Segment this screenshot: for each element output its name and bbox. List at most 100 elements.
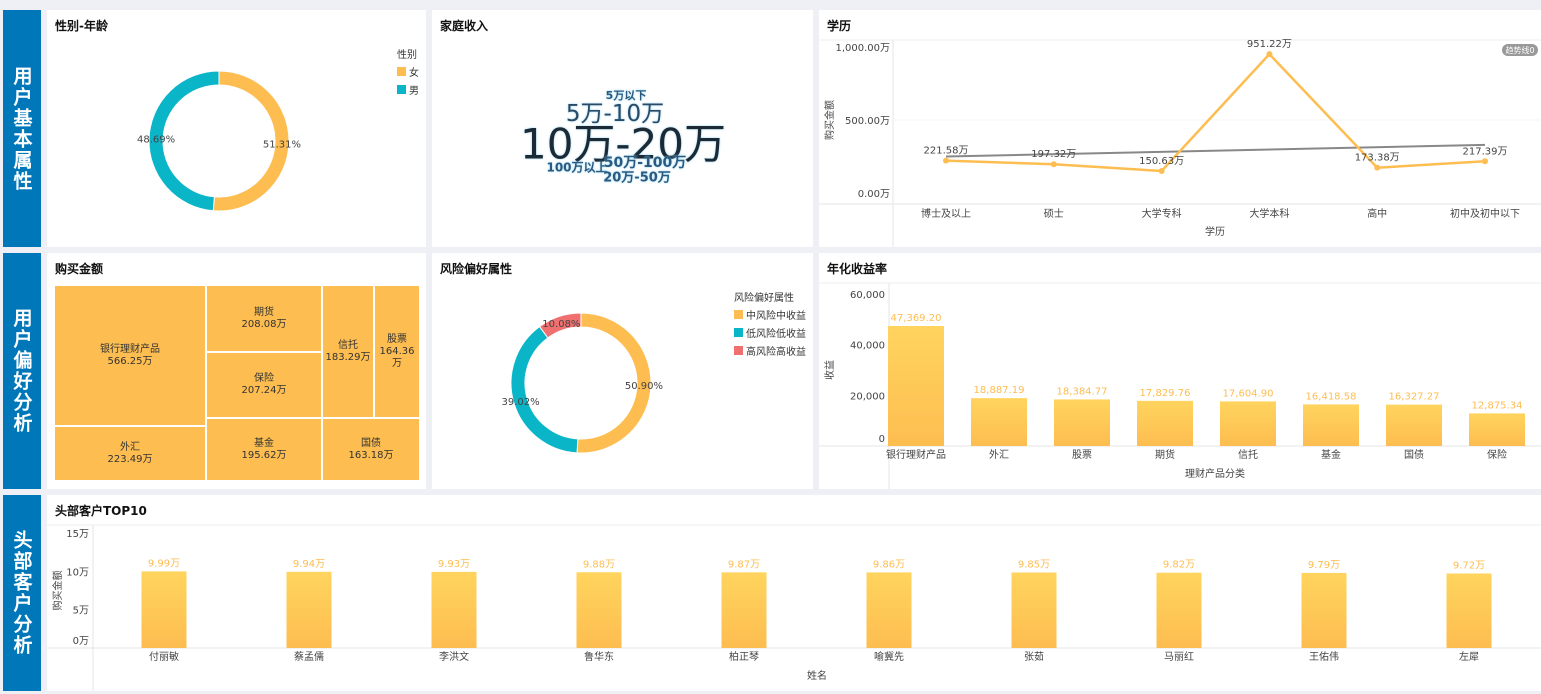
panel-title: 家庭收入	[440, 19, 489, 33]
bar[interactable]	[286, 571, 332, 648]
bar[interactable]	[1137, 400, 1193, 446]
cell-value: 208.08万	[241, 318, 287, 330]
legend-item[interactable]: 低风险低收益	[734, 325, 806, 340]
donut-slice[interactable]	[510, 325, 579, 454]
gender-panel: 性别-年龄 51.31% 48.69% 性别 女 男	[47, 10, 426, 247]
legend-label: 高风险高收益	[746, 347, 806, 358]
x-tick-label: 外汇	[989, 448, 1009, 461]
data-label: 12,875.34	[1472, 400, 1523, 411]
data-point[interactable]	[1482, 158, 1488, 165]
data-label: 9.86万	[873, 559, 905, 570]
cell-label: 股票	[387, 333, 407, 345]
legend-item[interactable]: 女	[397, 64, 419, 79]
x-tick-label: 付丽敏	[149, 650, 179, 663]
risk-panel: 风险偏好属性 50.90% 39.02% 10.08% 风险偏好属性 中风险中收益 …	[432, 253, 813, 489]
legend-swatch	[734, 310, 743, 319]
bar[interactable]	[431, 571, 477, 648]
bar[interactable]	[1386, 404, 1442, 446]
legend-swatch	[734, 346, 743, 355]
legend-item[interactable]: 高风险高收益	[734, 343, 806, 358]
data-label: 47,369.20	[891, 313, 942, 324]
x-tick-label: 李洪文	[439, 650, 469, 663]
bar[interactable]	[1303, 404, 1359, 446]
legend-label: 低风险低收益	[746, 329, 806, 340]
cell-value: 566.25万	[107, 355, 153, 367]
legend-label: 女	[409, 68, 419, 79]
bar[interactable]	[1220, 401, 1276, 446]
bar[interactable]	[1054, 399, 1110, 446]
data-label: 9.79万	[1308, 560, 1340, 571]
data-label: 17,604.90	[1223, 388, 1274, 399]
treemap-cell[interactable]: 股票 164.36万	[374, 285, 420, 418]
cell-label: 国债	[361, 437, 381, 449]
bar[interactable]	[1301, 572, 1347, 648]
gender-donut-chart: 51.31% 48.69%	[137, 70, 301, 212]
legend-item[interactable]: 男	[397, 82, 419, 97]
cell-value: 207.24万	[241, 385, 287, 396]
data-point[interactable]	[943, 157, 949, 164]
data-label: 9.94万	[293, 559, 325, 570]
y-axis-title: 收益	[823, 360, 836, 380]
data-point[interactable]	[1050, 161, 1057, 168]
bar[interactable]	[721, 572, 767, 648]
top10-panel: 头部客户TOP10 15万 10万 5万 0万 购买金额 姓名 9.99万 付丽敏 9.94万蔡…	[47, 495, 1541, 691]
y-tick-label: 0万	[73, 636, 89, 647]
y-axis-title: 购买金额	[823, 100, 836, 140]
cell-label: 基金	[254, 437, 274, 449]
data-point[interactable]	[1374, 164, 1381, 171]
data-label: 9.82万	[1163, 560, 1195, 571]
bar[interactable]	[1469, 413, 1525, 446]
data-label: 9.87万	[728, 559, 760, 570]
bar[interactable]	[1446, 573, 1492, 648]
x-tick-label: 张茹	[1024, 650, 1044, 663]
income-panel: 家庭收入 10万-20万 5万-10万 5万以下 100万以上 50万-100万…	[432, 10, 813, 247]
x-tick-label: 马丽红	[1164, 650, 1194, 663]
x-tick-label: 左犀	[1459, 650, 1479, 663]
legend-item[interactable]: 中风险中收益	[734, 307, 806, 322]
education-line-chart: 1,000.00万 500.00万 0.00万 购买金额学历 221.58万博士及以上 1…	[819, 39, 1541, 247]
legend-title: 性别	[397, 50, 417, 61]
data-point[interactable]	[1266, 51, 1273, 58]
x-tick-label: 高中	[1367, 207, 1387, 220]
purchase-panel: 购买金额 银行理财产品 566.25万 外汇 223.49万 期货 208.08万 保…	[47, 253, 426, 489]
bar[interactable]	[576, 572, 622, 648]
data-label: 18,887.19	[974, 385, 1025, 396]
data-point[interactable]	[1158, 168, 1165, 175]
x-tick-label: 国债	[1404, 448, 1424, 461]
x-tick-label: 柏正琴	[729, 650, 759, 663]
cell-value: 183.29万	[325, 351, 371, 363]
x-axis-title: 理财产品分类	[1185, 467, 1245, 480]
bar[interactable]	[1011, 572, 1057, 648]
slice-label: 48.69%	[137, 134, 175, 145]
y-tick-label: 10万	[66, 567, 89, 578]
cell-label: 期货	[254, 306, 274, 318]
treemap-cell[interactable]: 基金 195.62万	[206, 418, 322, 481]
top10-bar-chart: 15万 10万 5万 0万 购买金额姓名 9.99万付丽敏 9.94万蔡孟儒 9.93万李洪文…	[47, 524, 1541, 691]
data-label: 16,327.27	[1389, 392, 1440, 403]
data-label: 197.32万	[1031, 149, 1076, 160]
series-line	[945, 52, 1486, 173]
slice-label: 10.08%	[542, 319, 580, 330]
annual-return-bar-chart: 60,000 40,000 20,000 0 收益理财产品分类 47,369.20 银行理财…	[819, 282, 1541, 489]
bar[interactable]	[866, 572, 912, 648]
x-tick-label: 初中及初中以下	[1450, 207, 1520, 220]
treemap-cell[interactable]: 银行理财产品 566.25万	[54, 285, 206, 426]
bar[interactable]	[1156, 572, 1202, 648]
x-tick-label: 博士及以上	[921, 207, 971, 220]
education-panel: 学历 1,000.00万 500.00万 0.00万 购买金额 学历 221.58万 博士及…	[819, 10, 1541, 247]
data-label: 173.38万	[1355, 153, 1400, 164]
treemap-cell[interactable]: 保险 207.24万	[206, 352, 322, 418]
bar[interactable]	[141, 571, 187, 648]
treemap-cell[interactable]: 国债 163.18万	[322, 418, 420, 481]
legend-title: 风险偏好属性	[734, 293, 794, 304]
treemap-cell[interactable]: 期货 208.08万	[206, 285, 322, 352]
x-tick-label: 期货	[1155, 448, 1175, 461]
y-tick-label: 0	[879, 434, 885, 445]
y-axis-title: 购买金额	[51, 571, 64, 611]
cell-label: 保险	[254, 373, 274, 384]
legend-swatch	[397, 85, 406, 94]
bar[interactable]	[888, 325, 944, 446]
treemap-cell[interactable]: 外汇 223.49万	[54, 426, 206, 481]
bar[interactable]	[971, 398, 1027, 446]
treemap-cell[interactable]: 信托 183.29万	[322, 285, 374, 418]
